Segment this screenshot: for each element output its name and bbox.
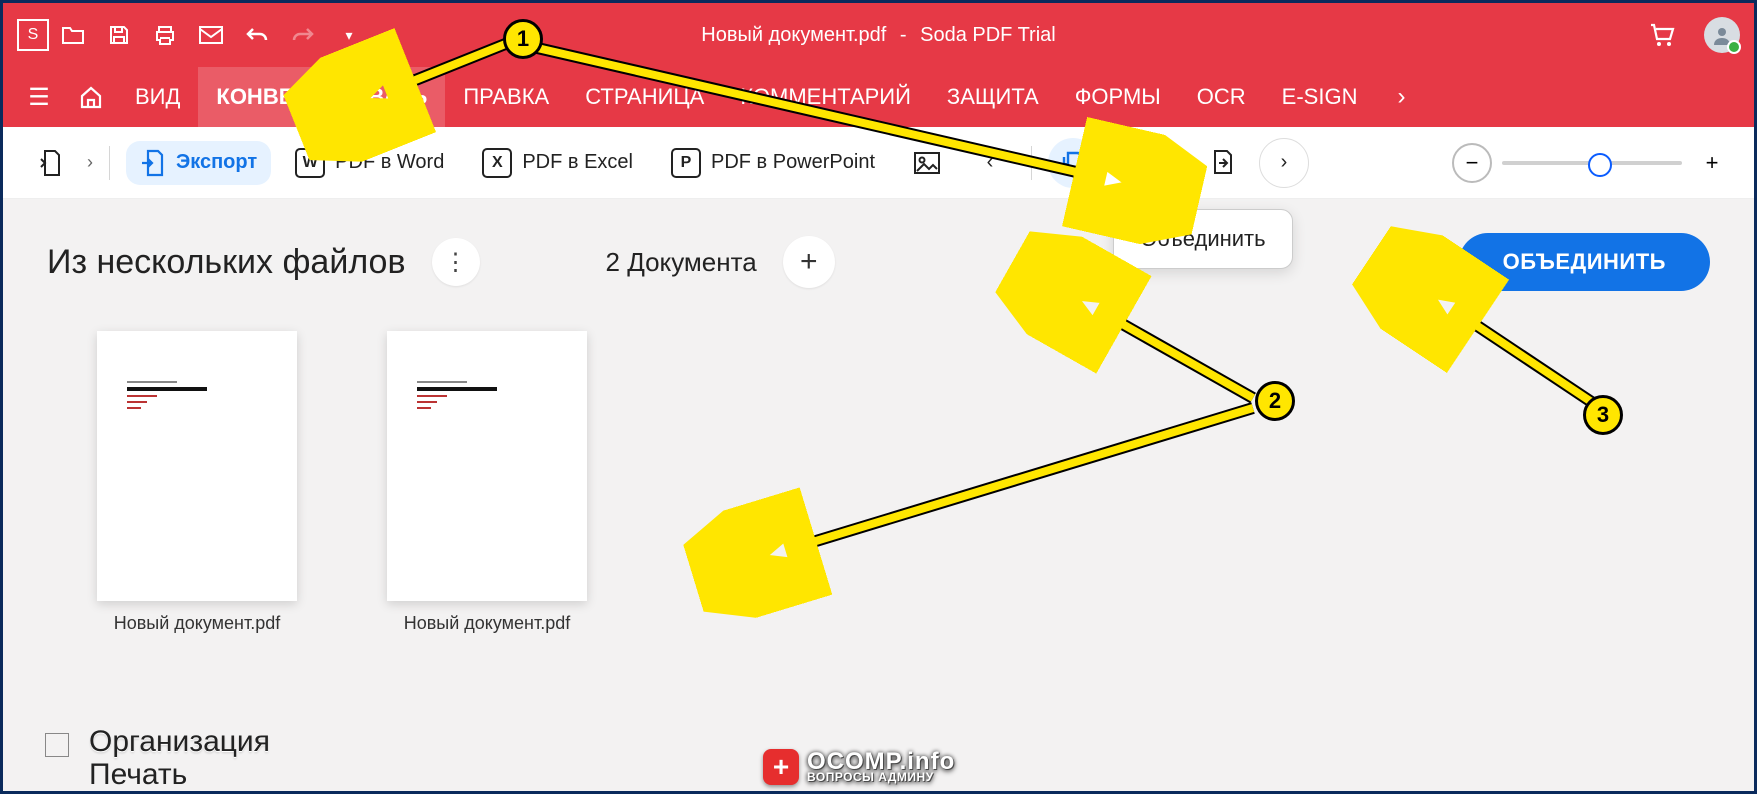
zoom-control: − + <box>1452 143 1732 183</box>
redo-icon[interactable] <box>281 13 325 57</box>
watermark-badge: + OCOMP.info ВОПРОСЫ АДМИНУ <box>763 749 955 785</box>
combine-tooltip: Объединить <box>1113 209 1293 269</box>
tab-edit[interactable]: ПРАВКА <box>445 67 567 127</box>
app-name: Soda PDF Trial <box>920 24 1056 46</box>
merge-button[interactable]: ОБЪЕДИНИТЬ <box>1459 233 1710 291</box>
zoom-slider[interactable] <box>1502 161 1682 165</box>
cart-icon[interactable] <box>1640 13 1684 57</box>
create-pdf-icon[interactable] <box>25 141 77 185</box>
account-avatar-icon[interactable] <box>1704 17 1740 53</box>
background-menu-peek: Организация Печать <box>45 725 270 791</box>
tab-comment[interactable]: КОММЕНТАРИЙ <box>722 67 929 127</box>
convert-toolbar: › Экспорт W PDF в Word X PDF в Excel P P… <box>3 127 1754 199</box>
undo-icon[interactable] <box>235 13 279 57</box>
document-name: Новый документ.pdf <box>387 613 587 634</box>
document-thumbnail[interactable]: Новый документ.pdf <box>387 331 587 634</box>
tab-protect[interactable]: ЗАЩИТА <box>929 67 1057 127</box>
home-icon[interactable] <box>65 85 117 109</box>
open-icon[interactable] <box>51 13 95 57</box>
app-logo-icon[interactable]: S <box>17 19 49 51</box>
main-tab-bar: ☰ ВИД КОНВЕРТИРОВАТЬ ПРАВКА СТРАНИЦА КОМ… <box>3 67 1754 127</box>
tab-ocr[interactable]: OCR <box>1179 67 1264 127</box>
document-thumbnail[interactable]: Новый документ.pdf <box>97 331 297 634</box>
merge-workspace: Из нескольких файлов ⋮ 2 Документа + ОБЪ… <box>3 199 1754 791</box>
pdf-to-excel-button[interactable]: X PDF в Excel <box>468 141 647 185</box>
watermark-plus-icon: + <box>763 749 799 785</box>
zoom-out-icon[interactable]: − <box>1452 143 1492 183</box>
powerpoint-icon: P <box>671 148 701 178</box>
pdf-to-word-button[interactable]: W PDF в Word <box>281 141 458 185</box>
toolbar-scroll-right-icon[interactable]: › <box>1259 138 1309 188</box>
print-icon[interactable] <box>143 13 187 57</box>
mail-icon[interactable] <box>189 13 233 57</box>
word-icon: W <box>295 148 325 178</box>
excel-icon: X <box>482 148 512 178</box>
pdf-to-powerpoint-button[interactable]: P PDF в PowerPoint <box>657 141 889 185</box>
document-count: 2 Документа <box>606 247 757 278</box>
tab-view[interactable]: ВИД <box>117 67 198 127</box>
menu-hamburger-icon[interactable]: ☰ <box>13 83 65 112</box>
dropdown-chevron-icon[interactable]: ▾ <box>327 13 371 57</box>
quick-access-toolbar: S ▾ Новый документ.pdf - Soda PDF Trial <box>3 3 1754 67</box>
tab-esign[interactable]: E-SIGN <box>1264 67 1376 127</box>
tabs-scroll-right-icon[interactable]: › <box>1375 83 1427 111</box>
tab-convert[interactable]: КОНВЕРТИРОВАТЬ <box>198 67 445 127</box>
tab-forms[interactable]: ФОРМЫ <box>1057 67 1179 127</box>
zoom-in-icon[interactable]: + <box>1692 143 1732 183</box>
toolbar-scroll-left-icon[interactable]: ‹ <box>965 138 1015 188</box>
split-icon[interactable] <box>1108 141 1162 185</box>
pdf-to-image-button[interactable] <box>899 141 955 185</box>
panel-heading: Из нескольких файлов <box>47 243 406 282</box>
save-icon[interactable] <box>97 13 141 57</box>
tab-page[interactable]: СТРАНИЦА <box>567 67 722 127</box>
doc-title: Новый документ.pdf <box>701 24 886 46</box>
add-document-button[interactable]: + <box>783 236 835 288</box>
panel-more-icon[interactable]: ⋮ <box>432 238 480 286</box>
combine-button[interactable] <box>1048 138 1098 188</box>
export-button[interactable]: Экспорт <box>126 141 271 185</box>
batch-convert-icon[interactable] <box>1195 141 1249 185</box>
document-name: Новый документ.pdf <box>97 613 297 634</box>
